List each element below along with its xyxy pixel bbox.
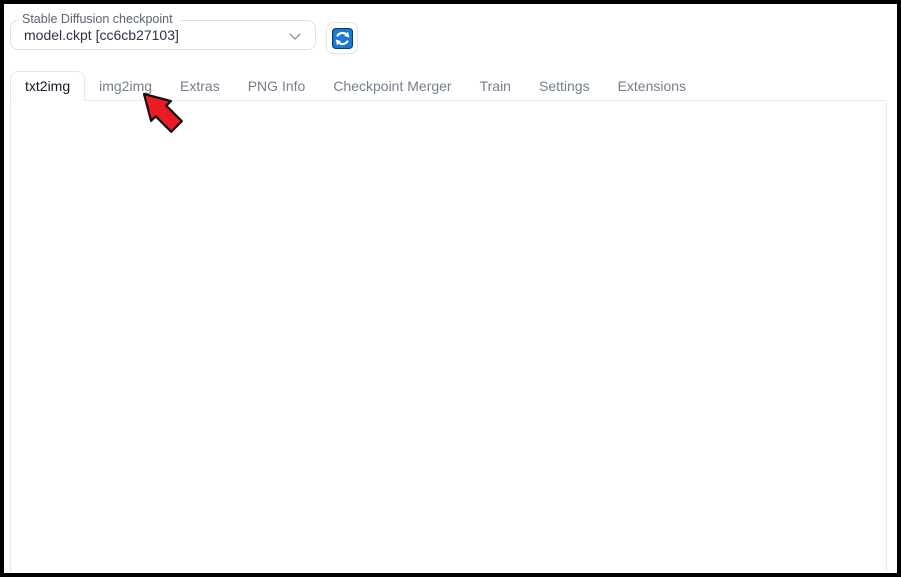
tab-checkpoint-merger[interactable]: Checkpoint Merger [319,71,465,101]
refresh-checkpoint-button[interactable] [326,22,358,54]
main-tabbar: txt2img img2img Extras PNG Info Checkpoi… [10,71,700,101]
refresh-icon [331,27,353,49]
chevron-down-icon [289,28,301,40]
checkpoint-value: model.ckpt [cc6cb27103] [24,27,179,43]
checkpoint-dropdown[interactable]: Stable Diffusion checkpoint model.ckpt [… [10,12,316,50]
tab-settings[interactable]: Settings [525,71,604,101]
tab-txt2img[interactable]: txt2img [10,71,86,101]
tab-png-info[interactable]: PNG Info [234,71,320,101]
stable-diffusion-webui: Stable Diffusion checkpoint model.ckpt [… [0,0,901,577]
tab-train[interactable]: Train [466,71,525,101]
tab-extensions[interactable]: Extensions [604,71,700,101]
tab-content-panel [10,100,887,577]
red-arrow-annotation [142,92,183,133]
